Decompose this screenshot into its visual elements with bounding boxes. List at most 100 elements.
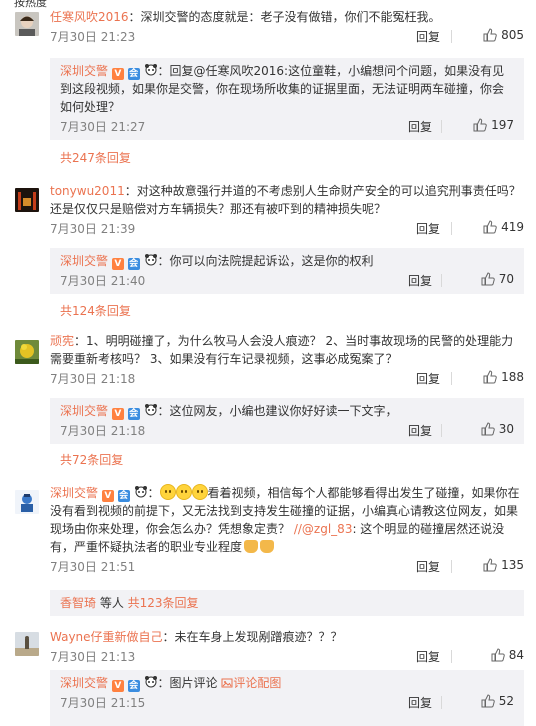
reply-text: ： xyxy=(157,676,170,690)
divider xyxy=(451,372,452,385)
avatar[interactable] xyxy=(15,188,39,212)
reply-button[interactable]: 回复 xyxy=(416,28,440,45)
reply-box: 深圳交警 V 会 ：你可以向法院提起诉讼，这是你的权利 7月30日 21:40 … xyxy=(50,248,524,294)
mention-link[interactable]: //@zgl_83 xyxy=(294,522,353,536)
like-button[interactable]: 30 xyxy=(456,422,514,436)
reply-username[interactable]: 深圳交警 xyxy=(60,676,108,690)
divider xyxy=(441,120,442,133)
verified-badge-icon: V xyxy=(111,408,124,420)
comment-username[interactable]: 任寒风吹2016 xyxy=(50,10,129,24)
like-button[interactable]: 52 xyxy=(456,694,514,708)
reply-button[interactable]: 回复 xyxy=(408,118,432,135)
member-badge-icon: 会 xyxy=(127,258,140,270)
more-replies-link[interactable]: 共247条回复 xyxy=(60,149,131,166)
more-replies-link[interactable]: 共72条回复 xyxy=(60,451,123,468)
smile-emoji-icon xyxy=(159,484,176,500)
like-button[interactable]: 188 xyxy=(466,370,524,384)
thumb-up-icon xyxy=(491,648,505,662)
reply-time: 7月30日 21:18 xyxy=(60,424,146,438)
like-count: 805 xyxy=(501,28,524,42)
verified-badge-icon: V xyxy=(111,680,124,692)
smile-emoji-icon xyxy=(191,484,208,500)
comment-time: 7月30日 21:18 xyxy=(50,372,136,386)
thumb-up-icon xyxy=(473,118,487,132)
panda-icon xyxy=(144,63,158,76)
reply-username[interactable]: 深圳交警 xyxy=(60,404,108,418)
comment-text: ：深圳交警的态度就是：老子没有做错，你们不能冤枉我。 xyxy=(128,10,441,24)
sort-tab-cut[interactable]: 按热度 xyxy=(14,0,47,10)
reply-box: 深圳交警 V 会 ：回复@任寒风吹2016:这位童鞋，小编想问个问题，如果没有见… xyxy=(50,58,524,140)
like-button[interactable]: 419 xyxy=(466,220,524,234)
panda-icon xyxy=(134,485,148,498)
reply-summary-box: 香智琦 等人 共123条回复 xyxy=(50,590,524,616)
more-replies-link[interactable]: 共124条回复 xyxy=(60,302,131,319)
comment-time: 7月30日 21:13 xyxy=(50,650,136,664)
like-button[interactable]: 70 xyxy=(456,272,514,286)
thumb-up-icon xyxy=(483,370,497,384)
reply-button[interactable]: 回复 xyxy=(416,648,440,665)
divider xyxy=(451,560,452,573)
avatar[interactable] xyxy=(15,632,39,656)
reply-box: 深圳交警 V 会 ：图片评论 评论配图 7月30日 21:15 回复 52 xyxy=(50,670,524,726)
divider xyxy=(451,650,452,663)
like-button[interactable]: 805 xyxy=(466,28,524,42)
reply-text: ：回复@任寒风吹2016:这位童鞋，小编想问个问题，如果没有见到这段视频，如果你… xyxy=(60,64,505,114)
avatar[interactable] xyxy=(15,340,39,364)
reply-time: 7月30日 21:15 xyxy=(60,696,146,710)
like-count: 419 xyxy=(501,220,524,234)
panda-icon xyxy=(144,253,158,266)
comment-username[interactable]: 顽宪 xyxy=(50,334,74,348)
divider xyxy=(451,30,452,43)
avatar[interactable] xyxy=(15,12,39,36)
reply-button[interactable]: 回复 xyxy=(408,272,432,289)
divider xyxy=(441,696,442,709)
panda-icon xyxy=(144,675,158,688)
like-count: 70 xyxy=(498,272,514,286)
comment-username[interactable]: tonywu2011 xyxy=(50,184,125,198)
like-count: 135 xyxy=(501,558,524,572)
smile-emoji-icon xyxy=(175,484,192,500)
reply-button[interactable]: 回复 xyxy=(416,220,440,237)
reply-username[interactable]: 深圳交警 xyxy=(60,64,108,78)
reply-button[interactable]: 回复 xyxy=(408,694,432,711)
divider xyxy=(441,274,442,287)
like-button[interactable]: 197 xyxy=(456,118,514,132)
comment-text: ：未在车身上发现剐蹭痕迹？？？ xyxy=(162,630,343,644)
member-badge-icon: 会 xyxy=(127,408,140,420)
reply-time: 7月30日 21:27 xyxy=(60,120,146,134)
pic-link[interactable]: 评论配图 xyxy=(233,676,281,690)
thumb-up-icon xyxy=(481,422,495,436)
like-count: 52 xyxy=(498,694,514,708)
member-badge-icon: 会 xyxy=(127,680,140,692)
thumb-down-emoji-icon xyxy=(244,540,259,553)
comment-text: ：1、明明碰撞了，为什么牧马人会没人痕迹？ 2、当时事故现场的民警的处理能力需要… xyxy=(50,334,514,366)
comment-username[interactable]: 深圳交警 xyxy=(50,486,98,500)
thumb-up-icon xyxy=(483,220,497,234)
comment-username[interactable]: Wayne仔重新做自己 xyxy=(50,630,163,644)
thumb-up-icon xyxy=(483,558,497,572)
comment-time: 7月30日 21:39 xyxy=(50,222,136,236)
like-count: 188 xyxy=(501,370,524,384)
reply-button[interactable]: 回复 xyxy=(416,558,440,575)
reply-summary-user[interactable]: 香智琦 xyxy=(60,596,96,610)
reply-text: ：你可以向法院提起诉讼，这是你的权利 xyxy=(157,254,374,268)
reply-username[interactable]: 深圳交警 xyxy=(60,254,108,268)
reply-box: 深圳交警 V 会 ：这位网友，小编也建议你好好读一下文字， 7月30日 21:1… xyxy=(50,398,524,444)
reply-button[interactable]: 回复 xyxy=(408,422,432,439)
divider xyxy=(451,222,452,235)
panda-icon xyxy=(144,403,158,416)
thumb-up-icon xyxy=(483,28,497,42)
verified-badge-icon: V xyxy=(111,68,124,80)
like-button[interactable]: 135 xyxy=(466,558,524,572)
more-replies-link[interactable]: 共123条回复 xyxy=(128,596,199,610)
comment-time: 7月30日 21:23 xyxy=(50,30,136,44)
image-icon xyxy=(221,677,233,689)
reply-button[interactable]: 回复 xyxy=(416,370,440,387)
reply-text: ：这位网友，小编也建议你好好读一下文字， xyxy=(157,404,398,418)
like-button[interactable]: 84 xyxy=(466,648,524,662)
divider xyxy=(441,424,442,437)
thumb-down-emoji-icon xyxy=(260,540,275,553)
avatar[interactable] xyxy=(15,490,39,514)
thumb-up-icon xyxy=(481,272,495,286)
thumb-up-icon xyxy=(481,694,495,708)
